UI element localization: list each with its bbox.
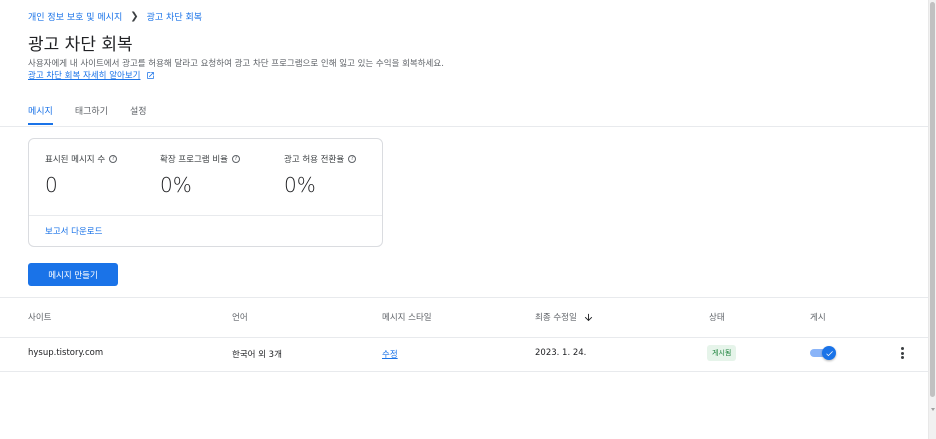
tab-settings[interactable]: 설정 xyxy=(130,104,147,125)
column-header-site: 사이트 xyxy=(28,313,52,323)
column-header-label: 최종 수정일 xyxy=(535,313,577,323)
table-header-divider xyxy=(0,337,928,338)
table-row-divider xyxy=(0,371,928,372)
cell-message-style: 수정 xyxy=(382,348,398,360)
scroll-down-icon[interactable] xyxy=(931,408,935,411)
chevron-right-icon: ❯ xyxy=(130,11,139,22)
check-icon xyxy=(825,350,833,356)
arrow-down-icon[interactable] xyxy=(583,312,594,323)
metric-label: 확장 프로그램 비율 xyxy=(160,155,228,165)
toggle-knob xyxy=(822,346,836,360)
description-text: 사용자에게 내 사이트에서 광고를 허용해 달라고 요청하여 광고 차단 프로그… xyxy=(28,59,444,69)
scrollbar-thumb[interactable] xyxy=(930,2,935,397)
column-header-message-style: 메시지 스타일 xyxy=(382,313,432,323)
create-message-button[interactable]: 메시지 만들기 xyxy=(28,263,118,286)
cell-site: hysup.tistory.com xyxy=(28,348,104,358)
breadcrumb-parent-link[interactable]: 개인 정보 보호 및 메시지 xyxy=(28,10,122,23)
column-header-publish: 게시 xyxy=(810,313,826,323)
table-top-divider xyxy=(0,297,928,298)
vertical-scrollbar[interactable] xyxy=(928,0,936,439)
tab-bar: 메시지 태그하기 설정 xyxy=(28,104,169,125)
cell-last-modified: 2023. 1. 24. xyxy=(535,348,587,358)
download-report-link[interactable]: 보고서 다운로드 xyxy=(45,225,102,237)
card-divider xyxy=(29,215,382,216)
page-title: 광고 차단 회복 xyxy=(28,35,133,55)
column-header-language: 언어 xyxy=(232,313,248,323)
metric-value: 0% xyxy=(160,173,192,197)
status-badge: 게시됨 xyxy=(707,345,737,361)
metric-label: 표시된 메시지 수 xyxy=(45,155,106,165)
metric-messages-shown: 표시된 메시지 수 ? 0 xyxy=(45,153,118,197)
cell-language: 한국어 외 3개 xyxy=(232,350,282,360)
metrics-card: 표시된 메시지 수 ? 0 확장 프로그램 비율 ? 0% 광고 허용 전환율 … xyxy=(28,138,383,247)
help-icon[interactable]: ? xyxy=(348,155,357,163)
page-description: 사용자에게 내 사이트에서 광고를 허용해 달라고 요청하여 광고 차단 프로그… xyxy=(28,58,448,82)
publish-toggle[interactable] xyxy=(810,346,836,360)
open-in-new-icon[interactable] xyxy=(146,71,155,80)
breadcrumb-current-link[interactable]: 광고 차단 회복 xyxy=(147,10,202,23)
tab-divider xyxy=(0,126,928,127)
metric-allow-conversion: 광고 허용 전환율 ? 0% xyxy=(284,153,357,197)
metric-value: 0% xyxy=(284,173,316,197)
column-header-status: 상태 xyxy=(709,313,725,323)
edit-style-link[interactable]: 수정 xyxy=(382,350,398,360)
more-vert-icon[interactable] xyxy=(898,346,906,360)
column-header-last-modified[interactable]: 최종 수정일 xyxy=(535,311,594,323)
help-icon[interactable]: ? xyxy=(231,155,240,163)
metric-value: 0 xyxy=(45,173,58,197)
metric-label: 광고 허용 전환율 xyxy=(284,155,345,165)
learn-more-link[interactable]: 광고 차단 회복 자세히 알아보기 xyxy=(28,71,140,81)
breadcrumb: 개인 정보 보호 및 메시지 ❯ 광고 차단 회복 xyxy=(28,10,202,23)
tab-messages[interactable]: 메시지 xyxy=(28,104,53,125)
tab-tagging[interactable]: 태그하기 xyxy=(75,104,108,125)
help-icon[interactable]: ? xyxy=(109,155,118,163)
metric-extension-rate: 확장 프로그램 비율 ? 0% xyxy=(160,153,240,197)
